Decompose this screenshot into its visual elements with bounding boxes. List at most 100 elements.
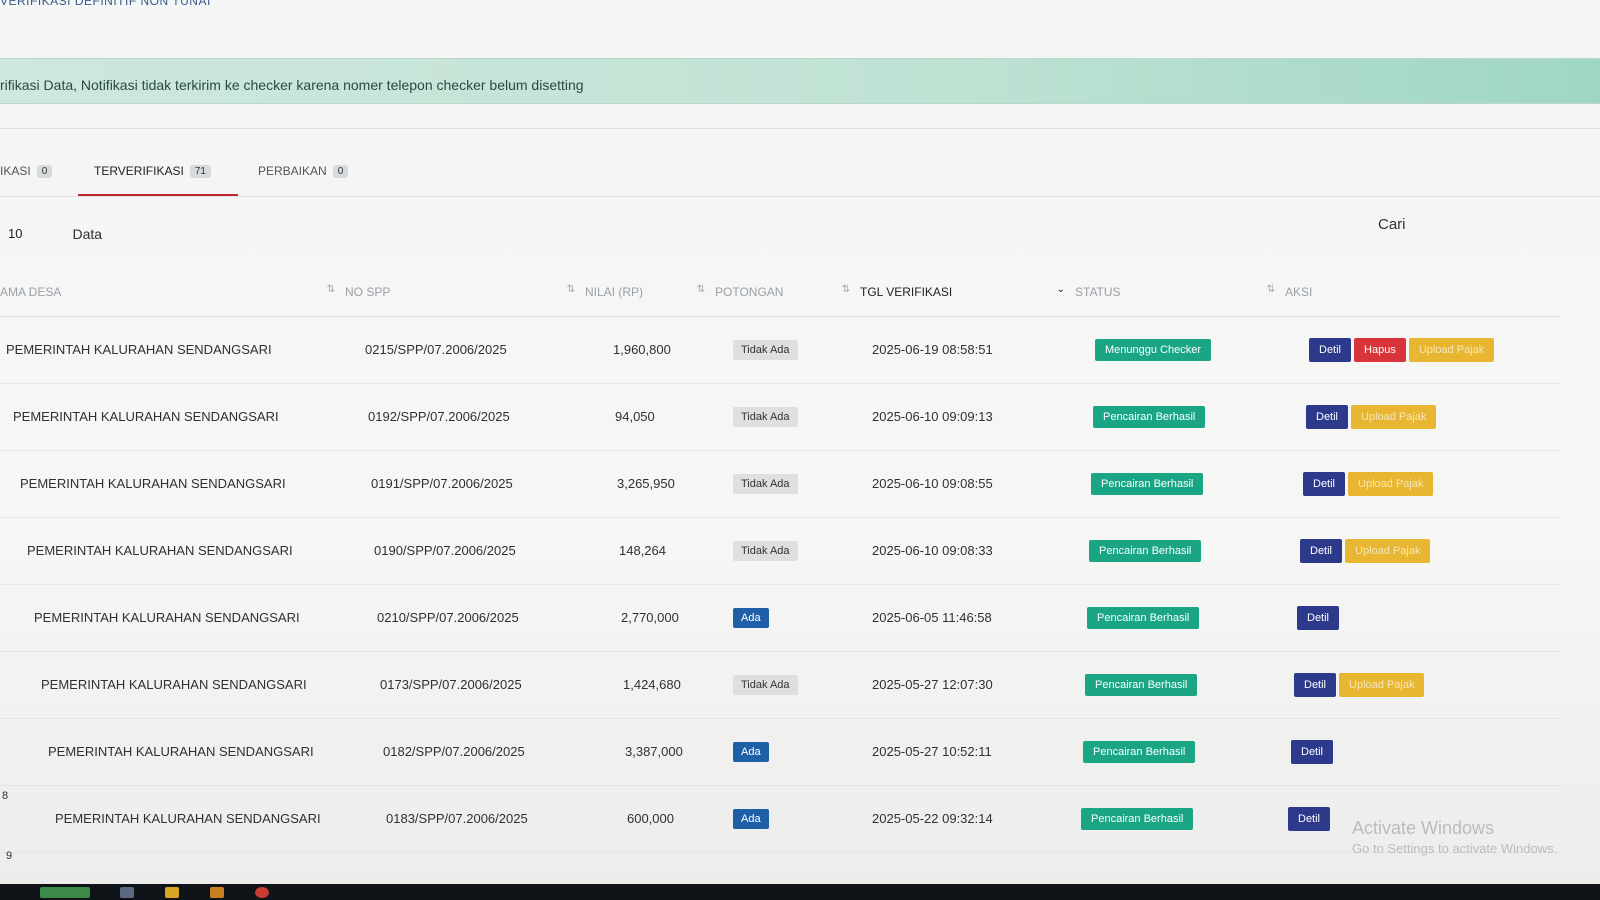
detil-button[interactable]: Detil xyxy=(1294,672,1337,697)
cell-tgl-verifikasi: 2025-05-27 10:52:11 xyxy=(860,718,1075,786)
upload-pajak-button[interactable]: Upload Pajak xyxy=(1408,337,1495,362)
cell-no-spp: 0191/SPP/07.2006/2025 xyxy=(345,450,585,518)
hapus-button[interactable]: Hapus xyxy=(1354,337,1406,362)
col-no-spp[interactable]: NO SPP ⇅ xyxy=(345,268,585,317)
col-tgl-verifikasi[interactable]: TGL VERIFIKASI ⌄ xyxy=(860,268,1075,317)
start-icon[interactable] xyxy=(40,887,90,898)
sort-icon: ⇅ xyxy=(1266,284,1275,295)
table-row: PEMERINTAH KALURAHAN SENDANGSARI 0173/SPP… xyxy=(0,651,1560,719)
cell-potongan: Tidak Ada xyxy=(715,651,860,719)
potongan-badge: Tidak Ada xyxy=(733,473,798,494)
potongan-badge: Ada xyxy=(733,741,769,762)
tab-count-badge: 0 xyxy=(36,164,53,178)
cell-nilai: 2,770,000 xyxy=(585,584,715,652)
sort-icon: ⇅ xyxy=(841,284,850,295)
table-row: PEMERINTAH KALURAHAN SENDANGSARI 0182/SPP… xyxy=(0,718,1560,786)
cell-tgl-verifikasi: 2025-06-19 08:58:51 xyxy=(860,316,1075,384)
cell-nama-desa: PEMERINTAH KALURAHAN SENDANGSARI xyxy=(0,517,345,585)
upload-pajak-button[interactable]: Upload Pajak xyxy=(1348,471,1434,496)
cell-nama-desa: PEMERINTAH KALURAHAN SENDANGSARI xyxy=(0,450,345,518)
cell-status: Pencairan Berhasil xyxy=(1075,383,1285,451)
cell-aksi: Detil xyxy=(1285,584,1560,652)
sort-icon: ⇅ xyxy=(566,284,575,295)
detil-button[interactable]: Detil xyxy=(1303,471,1346,496)
cell-potongan: Tidak Ada xyxy=(715,450,860,518)
col-nilai[interactable]: NILAI (RP) ⇅ xyxy=(585,268,715,317)
table-row: PEMERINTAH KALURAHAN SENDANGSARI 0191/SPP… xyxy=(0,450,1560,518)
browser-icon[interactable] xyxy=(255,887,269,898)
table-row: PEMERINTAH KALURAHAN SENDANGSARI 0215/SPP… xyxy=(0,316,1560,384)
tab-terverifikasi[interactable]: TERVERIFIKASI 71 xyxy=(94,164,211,178)
cell-no-spp: 0192/SPP/07.2006/2025 xyxy=(345,383,585,451)
tab-verifikasi[interactable]: IKASI 0 xyxy=(0,164,53,178)
task-view-icon[interactable] xyxy=(120,887,134,898)
folder-icon[interactable] xyxy=(210,887,224,898)
cell-no-spp: 0190/SPP/07.2006/2025 xyxy=(345,517,585,585)
cell-nilai: 1,424,680 xyxy=(585,651,715,719)
cell-nama-desa: PEMERINTAH KALURAHAN SENDANGSARI xyxy=(0,383,345,451)
detil-button[interactable]: Detil xyxy=(1291,739,1334,764)
cell-nama-desa: PEMERINTAH KALURAHAN SENDANGSARI xyxy=(0,718,345,786)
data-table: AMA DESA ⇅ NO SPP ⇅ NILAI (RP) ⇅ POTONGAN ⇅ … xyxy=(0,268,1560,853)
cell-potongan: Ada xyxy=(715,718,860,786)
cell-status: Menunggu Checker xyxy=(1075,316,1285,384)
status-badge: Pencairan Berhasil xyxy=(1091,472,1204,495)
file-explorer-icon[interactable] xyxy=(165,887,179,898)
cell-tgl-verifikasi: 2025-06-10 09:08:33 xyxy=(860,517,1075,585)
cell-tgl-verifikasi: 2025-05-22 09:32:14 xyxy=(860,785,1075,853)
status-badge: Pencairan Berhasil xyxy=(1083,740,1196,763)
cell-potongan: Ada xyxy=(715,584,860,652)
detil-button[interactable]: Detil xyxy=(1288,806,1331,831)
col-status[interactable]: STATUS ⇅ xyxy=(1075,268,1285,317)
cell-nama-desa: PEMERINTAH KALURAHAN SENDANGSARI xyxy=(0,584,345,652)
cell-status: Pencairan Berhasil xyxy=(1075,718,1285,786)
potongan-badge: Ada xyxy=(733,607,769,628)
cell-status: Pencairan Berhasil xyxy=(1075,584,1285,652)
potongan-badge: Ada xyxy=(733,808,769,829)
cell-status: Pencairan Berhasil xyxy=(1075,517,1285,585)
detil-button[interactable]: Detil xyxy=(1297,605,1340,630)
cell-nama-desa: PEMERINTAH KALURAHAN SENDANGSARI xyxy=(0,785,345,853)
sort-desc-icon: ⌄ xyxy=(1056,284,1065,295)
upload-pajak-button[interactable]: Upload Pajak xyxy=(1345,538,1431,563)
potongan-badge: Tidak Ada xyxy=(733,674,798,695)
cell-tgl-verifikasi: 2025-05-27 12:07:30 xyxy=(860,651,1075,719)
potongan-badge: Tidak Ada xyxy=(733,406,798,427)
detil-button[interactable]: Detil xyxy=(1306,404,1349,429)
tab-count-badge: 71 xyxy=(189,164,211,178)
tabs-border xyxy=(0,196,1600,197)
tab-label: PERBAIKAN xyxy=(258,164,327,178)
col-nama-desa[interactable]: AMA DESA ⇅ xyxy=(0,268,345,317)
alert-text: rifikasi Data, Notifikasi tidak terkirim… xyxy=(0,77,584,93)
cell-no-spp: 0210/SPP/07.2006/2025 xyxy=(345,584,585,652)
status-badge: Menunggu Checker xyxy=(1095,338,1212,361)
upload-pajak-button[interactable]: Upload Pajak xyxy=(1351,404,1437,429)
cell-aksi: Detil Upload Pajak xyxy=(1285,651,1560,719)
status-badge: Pencairan Berhasil xyxy=(1089,539,1202,562)
divider xyxy=(0,128,1600,129)
tab-perbaikan[interactable]: PERBAIKAN 0 xyxy=(258,164,349,178)
cell-aksi: Detil Upload Pajak xyxy=(1285,450,1560,518)
col-aksi: AKSI xyxy=(1285,268,1560,317)
cell-potongan: Tidak Ada xyxy=(715,517,860,585)
col-potongan[interactable]: POTONGAN ⇅ xyxy=(715,268,860,317)
upload-pajak-button[interactable]: Upload Pajak xyxy=(1339,672,1425,697)
cell-nilai: 94,050 xyxy=(585,383,715,451)
sort-icon: ⇅ xyxy=(696,284,705,295)
page-length-select[interactable]: 10 xyxy=(8,226,22,242)
table-row: PEMERINTAH KALURAHAN SENDANGSARI 0192/SPP… xyxy=(0,383,1560,451)
status-badge: Pencairan Berhasil xyxy=(1087,606,1200,629)
table-header-row: AMA DESA ⇅ NO SPP ⇅ NILAI (RP) ⇅ POTONGAN ⇅ … xyxy=(0,268,1560,317)
search-label: Cari xyxy=(1378,216,1406,233)
detil-button[interactable]: Detil xyxy=(1309,337,1352,362)
table-row: PEMERINTAH KALURAHAN SENDANGSARI 0190/SPP… xyxy=(0,517,1560,585)
detil-button[interactable]: Detil xyxy=(1300,538,1343,563)
notification-alert: rifikasi Data, Notifikasi tidak terkirim… xyxy=(0,58,1600,104)
tab-label: TERVERIFIKASI xyxy=(94,164,184,178)
tab-count-badge: 0 xyxy=(332,164,349,178)
cell-tgl-verifikasi: 2025-06-10 09:08:55 xyxy=(860,450,1075,518)
watermark-line2: Go to Settings to activate Windows. xyxy=(1352,841,1558,856)
page-length-label: Data xyxy=(72,226,103,242)
cell-nilai: 3,387,000 xyxy=(585,718,715,786)
status-badge: Pencairan Berhasil xyxy=(1081,807,1194,830)
